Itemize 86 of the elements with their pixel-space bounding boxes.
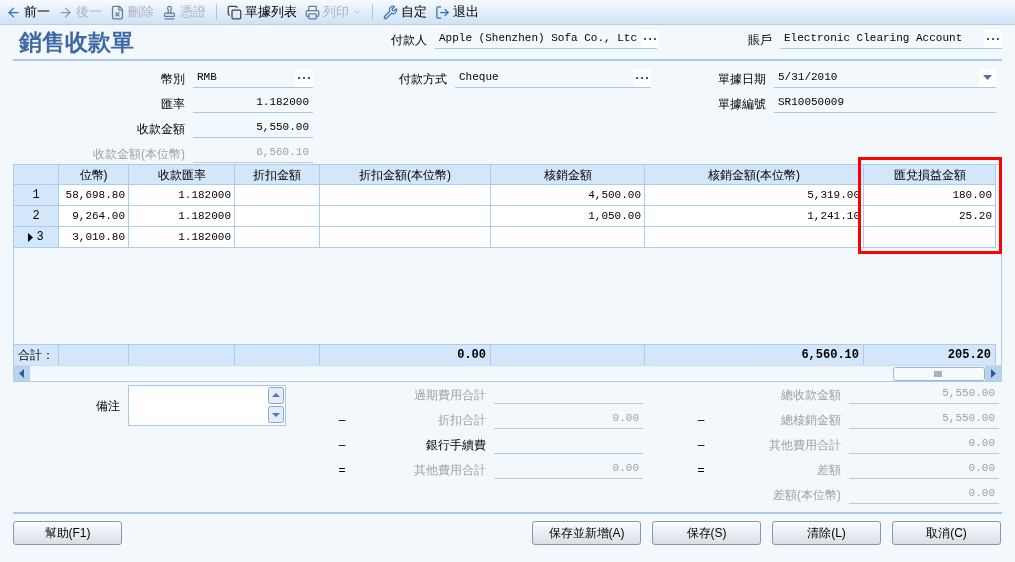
row-header[interactable]: 2 — [14, 206, 59, 227]
column-header[interactable]: 折扣金額 — [235, 165, 320, 185]
wrench-icon — [383, 4, 398, 20]
dialog-button[interactable]: 保存並新增(A) — [532, 521, 641, 545]
input-field[interactable]: RMB — [193, 68, 313, 88]
input-field[interactable]: Cheque — [455, 68, 651, 88]
table-cell: 1.182000 — [129, 227, 235, 248]
operator-sign: – — [338, 438, 346, 452]
operator-sign: – — [697, 413, 705, 427]
table-cell: 1,050.00 — [491, 206, 645, 227]
column-header[interactable]: 折扣金額(本位幣) — [320, 165, 491, 185]
row-header[interactable]: 3 — [14, 227, 59, 248]
total-cell — [59, 344, 129, 365]
scroll-down-icon[interactable] — [268, 406, 284, 423]
input-field[interactable]: Apple (Shenzhen) Sofa Co., Ltc — [435, 29, 657, 49]
field-label: 其他費用合計 — [768, 437, 842, 454]
table-cell: 25.20 — [864, 206, 996, 227]
total-cell: 6,560.10 — [645, 344, 864, 365]
dialog-button[interactable]: 清除(L) — [772, 521, 881, 545]
dialog-button[interactable]: 取消(C) — [892, 521, 1001, 545]
row-header[interactable]: 1 — [14, 185, 59, 206]
dropdown-caret-icon[interactable] — [983, 75, 992, 80]
field-label: 幣別 — [160, 71, 186, 88]
documents-icon — [227, 4, 242, 20]
scrollbar-thumb-icon[interactable] — [893, 366, 985, 381]
column-header[interactable]: 核銷金額 — [491, 165, 645, 185]
field-label: 收款金額 — [136, 121, 186, 138]
scroll-right-icon[interactable] — [985, 366, 1001, 381]
field-label: 總收款金額 — [780, 387, 842, 404]
exit-icon — [435, 4, 450, 20]
table-cell: 4,500.00 — [491, 185, 645, 206]
printer-icon — [305, 4, 320, 20]
scroll-up-icon[interactable] — [268, 387, 284, 404]
total-cell: 205.20 — [864, 344, 996, 365]
ellipsis-icon[interactable] — [644, 36, 657, 41]
operator-sign: – — [338, 413, 346, 427]
remark-label: 備注 — [95, 398, 121, 415]
field-label: 銀行手續費 — [425, 437, 487, 454]
table-cell: 180.00 — [864, 185, 996, 206]
field-label: 付款人 — [390, 32, 428, 49]
input-field[interactable]: SR10050009 — [774, 93, 996, 113]
stamp-icon — [162, 4, 177, 20]
table-cell: 1.182000 — [129, 185, 235, 206]
ellipsis-icon[interactable] — [636, 75, 648, 80]
input-field[interactable]: Electronic Clearing Account — [780, 29, 1002, 49]
operator-sign: – — [697, 438, 705, 452]
operator-sign: = — [338, 463, 346, 477]
total-cell: 0.00 — [320, 344, 491, 365]
ellipsis-icon[interactable] — [987, 36, 999, 41]
table-cell: 9,264.00 — [59, 206, 129, 227]
input-field[interactable]: 1.182000 — [193, 93, 313, 113]
field-label: 匯率 — [160, 96, 186, 113]
toolbar-button[interactable]: 單據列表 — [225, 2, 299, 22]
dialog-button[interactable]: 保存(S) — [652, 521, 761, 545]
field-label: 其他費用合計 — [413, 462, 487, 479]
field-label: 差額(本位幣) — [772, 487, 842, 504]
scroll-left-icon[interactable] — [14, 366, 30, 381]
toolbar-button[interactable]: 前一 — [4, 2, 52, 22]
input-field[interactable]: 5,550.00 — [193, 118, 313, 138]
field-label: 單據編號 — [717, 96, 767, 113]
toolbar-button[interactable]: 退出 — [433, 2, 481, 22]
toolbar-button[interactable]: 自定 — [381, 2, 429, 22]
field-label: 付款方式 — [398, 71, 448, 88]
column-header[interactable]: 位幣) — [59, 165, 129, 185]
field-label: 過期費用合計 — [413, 387, 487, 404]
field-label: 單據日期 — [717, 71, 767, 88]
remark-field[interactable] — [128, 385, 286, 426]
dialog-button[interactable]: 幫助(F1) — [13, 521, 122, 545]
field-label: 差額 — [816, 462, 842, 479]
horizontal-scrollbar[interactable] — [14, 365, 1001, 381]
operator-sign: = — [697, 463, 705, 477]
field-label: 賬戶 — [747, 32, 773, 49]
delete-icon — [110, 4, 125, 20]
table-cell: 58,698.80 — [59, 185, 129, 206]
table-cell: 1.182000 — [129, 206, 235, 227]
field-label: 折扣合計 — [437, 412, 487, 429]
ellipsis-icon[interactable] — [298, 75, 310, 80]
totals-label: 合計： — [14, 344, 59, 365]
form-title: 銷售收款單 — [17, 31, 135, 57]
field-label: 收款金額(本位幣) — [92, 146, 186, 163]
input-field[interactable]: 5/31/2010 — [774, 68, 996, 88]
table-cell: 3,010.80 — [59, 227, 129, 248]
column-header[interactable]: 收款匯率 — [129, 165, 235, 185]
column-header[interactable]: 核銷金額(本位幣) — [645, 165, 864, 185]
field-label: 總核銷金額 — [780, 412, 842, 429]
column-header[interactable]: 匯兌損益金額 — [864, 165, 996, 185]
